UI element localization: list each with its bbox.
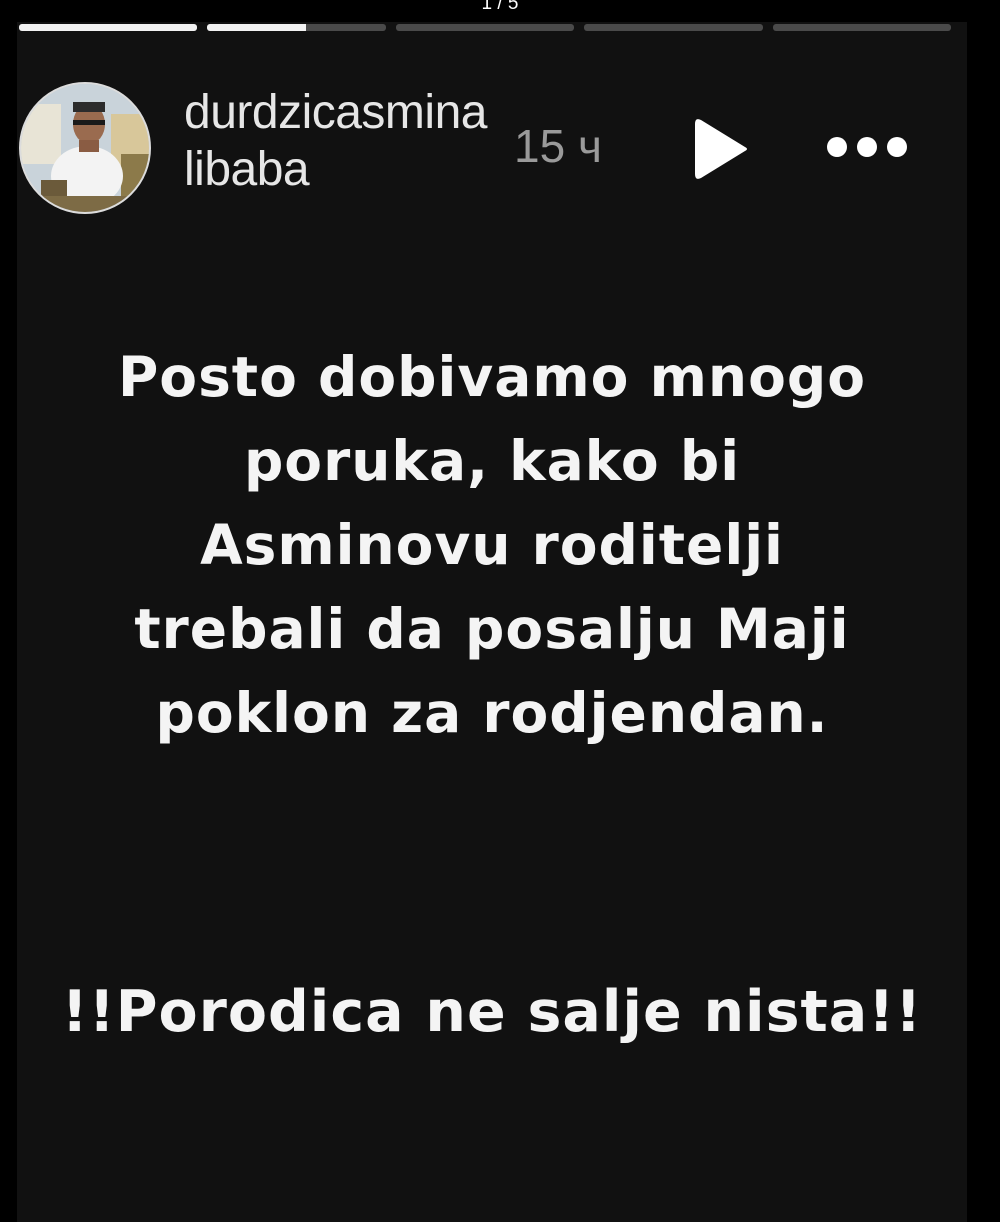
- story-progress-bar: [19, 24, 952, 32]
- avatar[interactable]: [19, 82, 151, 214]
- avatar-photo: [21, 84, 149, 212]
- story-timestamp: 15 ч: [514, 120, 602, 172]
- story-message-line-3: Asminovu roditelji: [200, 513, 784, 577]
- progress-segment-5[interactable]: [772, 24, 952, 31]
- progress-fill-1: [19, 24, 198, 31]
- story-message-line-4: trebali da posalju Maji: [134, 597, 850, 661]
- story-message-line-2: poruka, kako bi: [243, 429, 741, 493]
- story-message-line-5: poklon za rodjendan.: [155, 681, 829, 745]
- progress-segment-4[interactable]: [584, 24, 763, 31]
- play-button[interactable]: [687, 114, 757, 184]
- story-page-counter: 1 / 5: [481, 0, 519, 14]
- progress-fill-2: [207, 24, 306, 31]
- story-card[interactable]: durdzicasminalibaba 15 ч Posto dobivamo …: [17, 22, 967, 1222]
- progress-segment-1[interactable]: [19, 24, 198, 31]
- story-notice: !!Porodica ne salje nista!!: [17, 970, 967, 1054]
- progress-segment-2[interactable]: [207, 24, 386, 31]
- story-message-line-1: Posto dobivamo mnogo: [117, 345, 867, 409]
- more-options-button[interactable]: [817, 122, 917, 172]
- story-notice-text: !!Porodica ne salje nista!!: [61, 979, 923, 1045]
- story-username[interactable]: durdzicasminalibaba: [184, 84, 494, 198]
- progress-segment-3[interactable]: [395, 24, 575, 31]
- play-icon: [695, 119, 747, 179]
- story-message: Posto dobivamo mnogo poruka, kako bi Asm…: [17, 335, 967, 755]
- more-options-icon: [827, 137, 907, 157]
